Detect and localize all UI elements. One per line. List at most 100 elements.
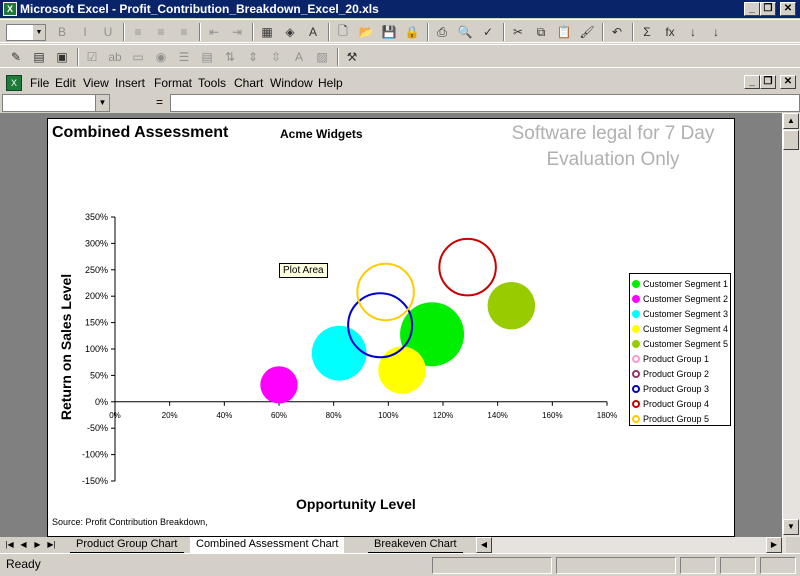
legend-entry[interactable]: Product Group 4 <box>630 396 709 411</box>
restore-button[interactable]: ❐ <box>760 2 776 16</box>
format-painter-icon[interactable]: 🖌 <box>577 23 597 41</box>
menu-tools[interactable]: Tools <box>198 76 226 90</box>
next-sheet-icon[interactable]: ▶ <box>31 538 44 552</box>
workbook-minimize-button[interactable]: _ <box>744 75 760 89</box>
formula-input[interactable] <box>170 94 800 112</box>
legend-entry[interactable]: Product Group 2 <box>630 366 709 381</box>
legend-entry[interactable]: Customer Segment 5 <box>630 336 728 351</box>
listbox-icon[interactable]: ☰ <box>174 48 194 66</box>
menu-edit[interactable]: Edit <box>55 76 76 90</box>
tab-product-group-chart[interactable]: Product Group Chart <box>70 537 184 553</box>
autosum-icon[interactable]: Σ <box>637 23 657 41</box>
textbox-icon[interactable]: ab <box>105 48 125 66</box>
cut-icon[interactable]: ✂ <box>508 23 528 41</box>
close-button[interactable]: ✕ <box>780 2 796 16</box>
open-icon[interactable]: 📂 <box>356 23 376 41</box>
chevron-down-icon[interactable]: ▼ <box>95 95 109 111</box>
scroll-thumb[interactable] <box>783 130 799 150</box>
view-code-icon[interactable]: ▣ <box>52 48 72 66</box>
sort-ascending-icon[interactable]: ↓ <box>683 23 703 41</box>
menu-insert[interactable]: Insert <box>115 76 145 90</box>
properties-icon[interactable]: ▤ <box>29 48 49 66</box>
spelling-icon[interactable]: ✓ <box>478 23 498 41</box>
legend-entry[interactable]: Customer Segment 2 <box>630 291 728 306</box>
bubble-product-group-5[interactable] <box>356 262 415 322</box>
align-left-icon[interactable]: ≡ <box>128 23 148 41</box>
first-sheet-icon[interactable]: |◀ <box>3 538 16 552</box>
status-cell <box>680 557 716 574</box>
permission-icon[interactable]: 🔒 <box>402 23 422 41</box>
legend-entry[interactable]: Product Group 1 <box>630 351 709 366</box>
menu-format[interactable]: Format <box>154 76 192 90</box>
spin-button-icon[interactable]: ⇕ <box>243 48 263 66</box>
font-color-icon[interactable]: A <box>303 23 323 41</box>
fill-color-icon[interactable]: ◈ <box>280 23 300 41</box>
bubble-customer-segment-5[interactable] <box>487 281 536 330</box>
menu-view[interactable]: View <box>83 76 109 90</box>
checkbox-icon[interactable]: ☑ <box>82 48 102 66</box>
vertical-scrollbar[interactable]: ▲ ▼ <box>782 113 800 537</box>
legend-entry[interactable]: Product Group 3 <box>630 381 709 396</box>
scroll-down-icon[interactable]: ▼ <box>783 519 799 535</box>
legend-entry[interactable]: Customer Segment 4 <box>630 321 728 336</box>
decrease-indent-icon[interactable]: ⇤ <box>204 23 224 41</box>
legend-label: Customer Segment 5 <box>643 338 729 349</box>
underline-icon[interactable]: U <box>98 23 118 41</box>
chevron-down-icon[interactable]: ▼ <box>33 25 45 40</box>
label-icon[interactable]: A <box>289 48 309 66</box>
copy-icon[interactable]: ⧉ <box>531 23 551 41</box>
image-icon[interactable]: ▨ <box>312 48 332 66</box>
option-button-icon[interactable]: ◉ <box>151 48 171 66</box>
print-preview-icon[interactable]: 🔍 <box>455 23 475 41</box>
name-box[interactable]: ▼ <box>2 94 110 112</box>
minimize-button[interactable]: _ <box>744 2 760 16</box>
bold-icon[interactable]: B <box>52 23 72 41</box>
y-tick-label: -50% <box>87 423 108 433</box>
italic-icon[interactable]: I <box>75 23 95 41</box>
sort-descending-icon[interactable]: ↓ <box>706 23 726 41</box>
design-mode-icon[interactable]: ✎ <box>6 48 26 66</box>
toggle-button-icon[interactable]: ⇅ <box>220 48 240 66</box>
prev-sheet-icon[interactable]: ◀ <box>17 538 30 552</box>
save-icon[interactable]: 💾 <box>379 23 399 41</box>
tab-breakeven-chart[interactable]: Breakeven Chart <box>368 537 463 553</box>
undo-icon[interactable]: ↶ <box>607 23 627 41</box>
more-controls-icon[interactable]: ⚒ <box>342 48 362 66</box>
scroll-left-icon[interactable]: ◀ <box>476 537 492 553</box>
workbook-close-button[interactable]: ✕ <box>780 75 796 89</box>
menu-file[interactable]: File <box>30 76 49 90</box>
scrollbar-icon[interactable]: ⇳ <box>266 48 286 66</box>
font-size-select[interactable]: ▼ <box>6 24 46 41</box>
legend-entry[interactable]: Product Group 5 <box>630 411 709 426</box>
increase-indent-icon[interactable]: ⇥ <box>227 23 247 41</box>
legend-entry[interactable]: Customer Segment 3 <box>630 306 728 321</box>
combobox-icon[interactable]: ▤ <box>197 48 217 66</box>
last-sheet-icon[interactable]: ▶| <box>45 538 58 552</box>
bubble-customer-segment-3[interactable] <box>311 325 367 381</box>
workbook-restore-button[interactable]: ❐ <box>760 75 776 89</box>
align-center-icon[interactable]: ≡ <box>151 23 171 41</box>
scroll-up-icon[interactable]: ▲ <box>783 113 799 129</box>
new-icon[interactable]: 🗋 <box>333 23 353 41</box>
legend-marker-icon <box>632 324 640 333</box>
bubble-product-group-4[interactable] <box>438 237 497 297</box>
excel-icon[interactable]: X <box>3 2 17 16</box>
workbook-icon[interactable]: X <box>6 75 22 91</box>
bubble-customer-segment-4[interactable] <box>378 346 426 394</box>
menu-chart[interactable]: Chart <box>234 76 263 90</box>
menu-window[interactable]: Window <box>270 76 313 90</box>
command-button-icon[interactable]: ▭ <box>128 48 148 66</box>
horizontal-scrollbar[interactable]: ◀ ▶ <box>476 537 786 553</box>
function-icon[interactable]: fx <box>660 23 680 41</box>
borders-icon[interactable]: ▦ <box>257 23 277 41</box>
tab-combined-assessment-chart[interactable]: Combined Assessment Chart <box>190 537 345 553</box>
scroll-right-icon[interactable]: ▶ <box>766 537 782 553</box>
legend-entry[interactable]: Customer Segment 1 <box>630 276 728 291</box>
paste-icon[interactable]: 📋 <box>554 23 574 41</box>
menu-help[interactable]: Help <box>318 76 343 90</box>
print-icon[interactable]: ⎙ <box>432 23 452 41</box>
chart-legend[interactable]: Customer Segment 1 Customer Segment 2 Cust… <box>629 273 731 426</box>
align-right-icon[interactable]: ≡ <box>174 23 194 41</box>
chart-sheet[interactable]: Combined Assessment Acme Widgets Softwar… <box>47 118 735 537</box>
bubble-customer-segment-2[interactable] <box>260 366 298 404</box>
